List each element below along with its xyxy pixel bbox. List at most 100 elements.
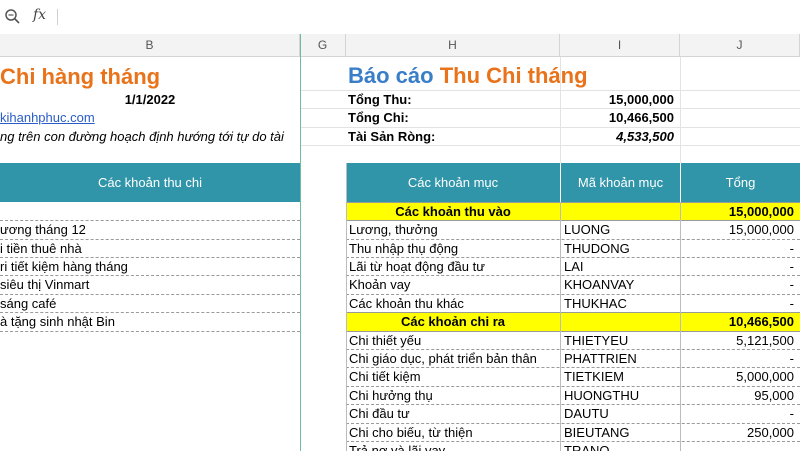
row-divider: [346, 331, 800, 332]
row-divider: [346, 386, 800, 387]
report-row-code[interactable]: LUONG: [564, 221, 678, 239]
group-row-name[interactable]: Các khoản thu vào: [346, 203, 560, 221]
group-row-name[interactable]: Các khoản chi ra: [346, 313, 560, 331]
report-row-total[interactable]: -: [681, 405, 794, 423]
header-divider: [560, 163, 561, 202]
left-item[interactable]: sáng café: [0, 295, 300, 313]
report-row-name[interactable]: Chi tiết kiệm: [349, 368, 559, 386]
report-row-code[interactable]: TRANO: [564, 442, 678, 451]
report-header-total[interactable]: Tổng: [681, 163, 800, 202]
freeze-pane-divider[interactable]: [300, 34, 301, 451]
report-row-name[interactable]: Lãi từ hoạt động đầu tư: [349, 258, 559, 276]
report-row-code[interactable]: PHATTRIEN: [564, 350, 678, 368]
fx-label[interactable]: fx: [33, 7, 46, 23]
report-row-code[interactable]: TIETKIEM: [564, 368, 678, 386]
group-row-code[interactable]: [561, 313, 680, 331]
left-table-header[interactable]: Các khoản thu chi: [0, 163, 300, 202]
report-row-total[interactable]: -: [681, 276, 794, 294]
left-item[interactable]: i tiền thuê nhà: [0, 240, 300, 258]
left-link[interactable]: kihanhphuc.com: [0, 109, 300, 127]
report-row-total[interactable]: -: [681, 295, 794, 313]
column-header-i[interactable]: I: [560, 34, 680, 57]
report-row-total[interactable]: 15,000,000: [681, 221, 794, 239]
report-row-code[interactable]: KHOANVAY: [564, 276, 678, 294]
report-row-name[interactable]: Chi thiết yếu: [349, 332, 559, 350]
summary-value[interactable]: 15,000,000: [560, 91, 674, 109]
row-divider: [346, 202, 800, 203]
report-row-name[interactable]: Lương, thưởng: [349, 221, 559, 239]
row-divider: [0, 257, 300, 258]
column-header-b[interactable]: B: [0, 34, 300, 57]
left-date[interactable]: 1/1/2022: [0, 91, 300, 109]
summary-value[interactable]: 4,533,500: [560, 128, 674, 146]
report-row-name[interactable]: Chi đầu tư: [349, 405, 559, 423]
report-row-total[interactable]: -: [681, 350, 794, 368]
grid-line: [560, 57, 561, 163]
report-row-name[interactable]: Chi giáo dục, phát triển bản thân: [349, 350, 559, 368]
column-divider: [560, 202, 561, 451]
row-divider: [346, 349, 800, 350]
report-title[interactable]: Báo cáo Thu Chi tháng: [348, 60, 788, 92]
left-item[interactable]: ri tiết kiệm hàng tháng: [0, 258, 300, 276]
report-row-total[interactable]: 5,000,000: [681, 368, 794, 386]
report-row-name[interactable]: Chi hưởng thụ: [349, 387, 559, 405]
report-header-category[interactable]: Các khoản mục: [346, 163, 560, 202]
grid-line: [300, 145, 800, 146]
grid-line: [680, 57, 681, 163]
report-row-total[interactable]: 250,000: [681, 424, 794, 442]
report-row-total[interactable]: -: [681, 258, 794, 276]
report-row-code[interactable]: THIETYEU: [564, 332, 678, 350]
column-divider: [346, 163, 347, 451]
row-divider: [346, 367, 800, 368]
left-item[interactable]: à tặng sinh nhật Bin: [0, 313, 300, 331]
grid-line: [300, 108, 800, 109]
column-divider: [680, 202, 681, 451]
summary-label[interactable]: Tổng Chi:: [348, 109, 558, 127]
report-row-total[interactable]: 5,121,500: [681, 332, 794, 350]
report-row-total[interactable]: 95,000: [681, 387, 794, 405]
left-title[interactable]: Chi hàng tháng: [0, 62, 300, 92]
magnifier-icon[interactable]: [4, 8, 20, 24]
report-row-total[interactable]: -: [681, 240, 794, 258]
row-divider: [346, 220, 800, 221]
column-header-h[interactable]: H: [346, 34, 560, 57]
report-row-name[interactable]: Thu nhập thụ động: [349, 240, 559, 258]
report-title-part2: Thu Chi tháng: [439, 63, 588, 88]
report-row-code[interactable]: THUDONG: [564, 240, 678, 258]
left-item[interactable]: ương tháng 12: [0, 221, 300, 239]
report-row-code[interactable]: THUKHAC: [564, 295, 678, 313]
report-row-code[interactable]: HUONGTHU: [564, 387, 678, 405]
formula-input[interactable]: [66, 8, 786, 26]
grid-line: [300, 90, 800, 91]
group-row-total[interactable]: 15,000,000: [681, 203, 800, 221]
report-row-name[interactable]: Khoản vay: [349, 276, 559, 294]
group-row-total[interactable]: 10,466,500: [681, 313, 800, 331]
row-divider: [346, 312, 800, 313]
row-divider: [0, 239, 300, 240]
row-divider: [0, 331, 300, 332]
summary-label[interactable]: Tài Sản Ròng:: [348, 128, 558, 146]
report-row-name[interactable]: Chi cho biếu, từ thiện: [349, 424, 559, 442]
row-divider: [346, 404, 800, 405]
header-divider: [680, 163, 681, 202]
summary-value[interactable]: 10,466,500: [560, 109, 674, 127]
column-header-j[interactable]: J: [680, 34, 800, 57]
report-row-name[interactable]: Trả nợ và lãi vay: [349, 442, 559, 451]
report-header-code[interactable]: Mã khoản mục: [561, 163, 680, 202]
group-row-code[interactable]: [561, 203, 680, 221]
report-row-code[interactable]: BIEUTANG: [564, 424, 678, 442]
row-divider: [0, 220, 300, 221]
row-divider: [346, 239, 800, 240]
report-title-part1: Báo cáo: [348, 63, 440, 88]
summary-label[interactable]: Tổng Thu:: [348, 91, 558, 109]
report-row-code[interactable]: DAUTU: [564, 405, 678, 423]
row-divider: [0, 275, 300, 276]
column-header-g[interactable]: G: [300, 34, 346, 57]
report-row-total[interactable]: [681, 442, 794, 451]
report-row-code[interactable]: LAI: [564, 258, 678, 276]
report-row-name[interactable]: Các khoản thu khác: [349, 295, 559, 313]
grid-line: [300, 127, 800, 128]
left-item[interactable]: siêu thị Vinmart: [0, 276, 300, 294]
left-motto[interactable]: ng trên con đường hoạch định hướng tới t…: [0, 128, 300, 146]
sheet-grid: Chi hàng tháng 1/1/2022 kihanhphuc.com n…: [0, 57, 800, 451]
